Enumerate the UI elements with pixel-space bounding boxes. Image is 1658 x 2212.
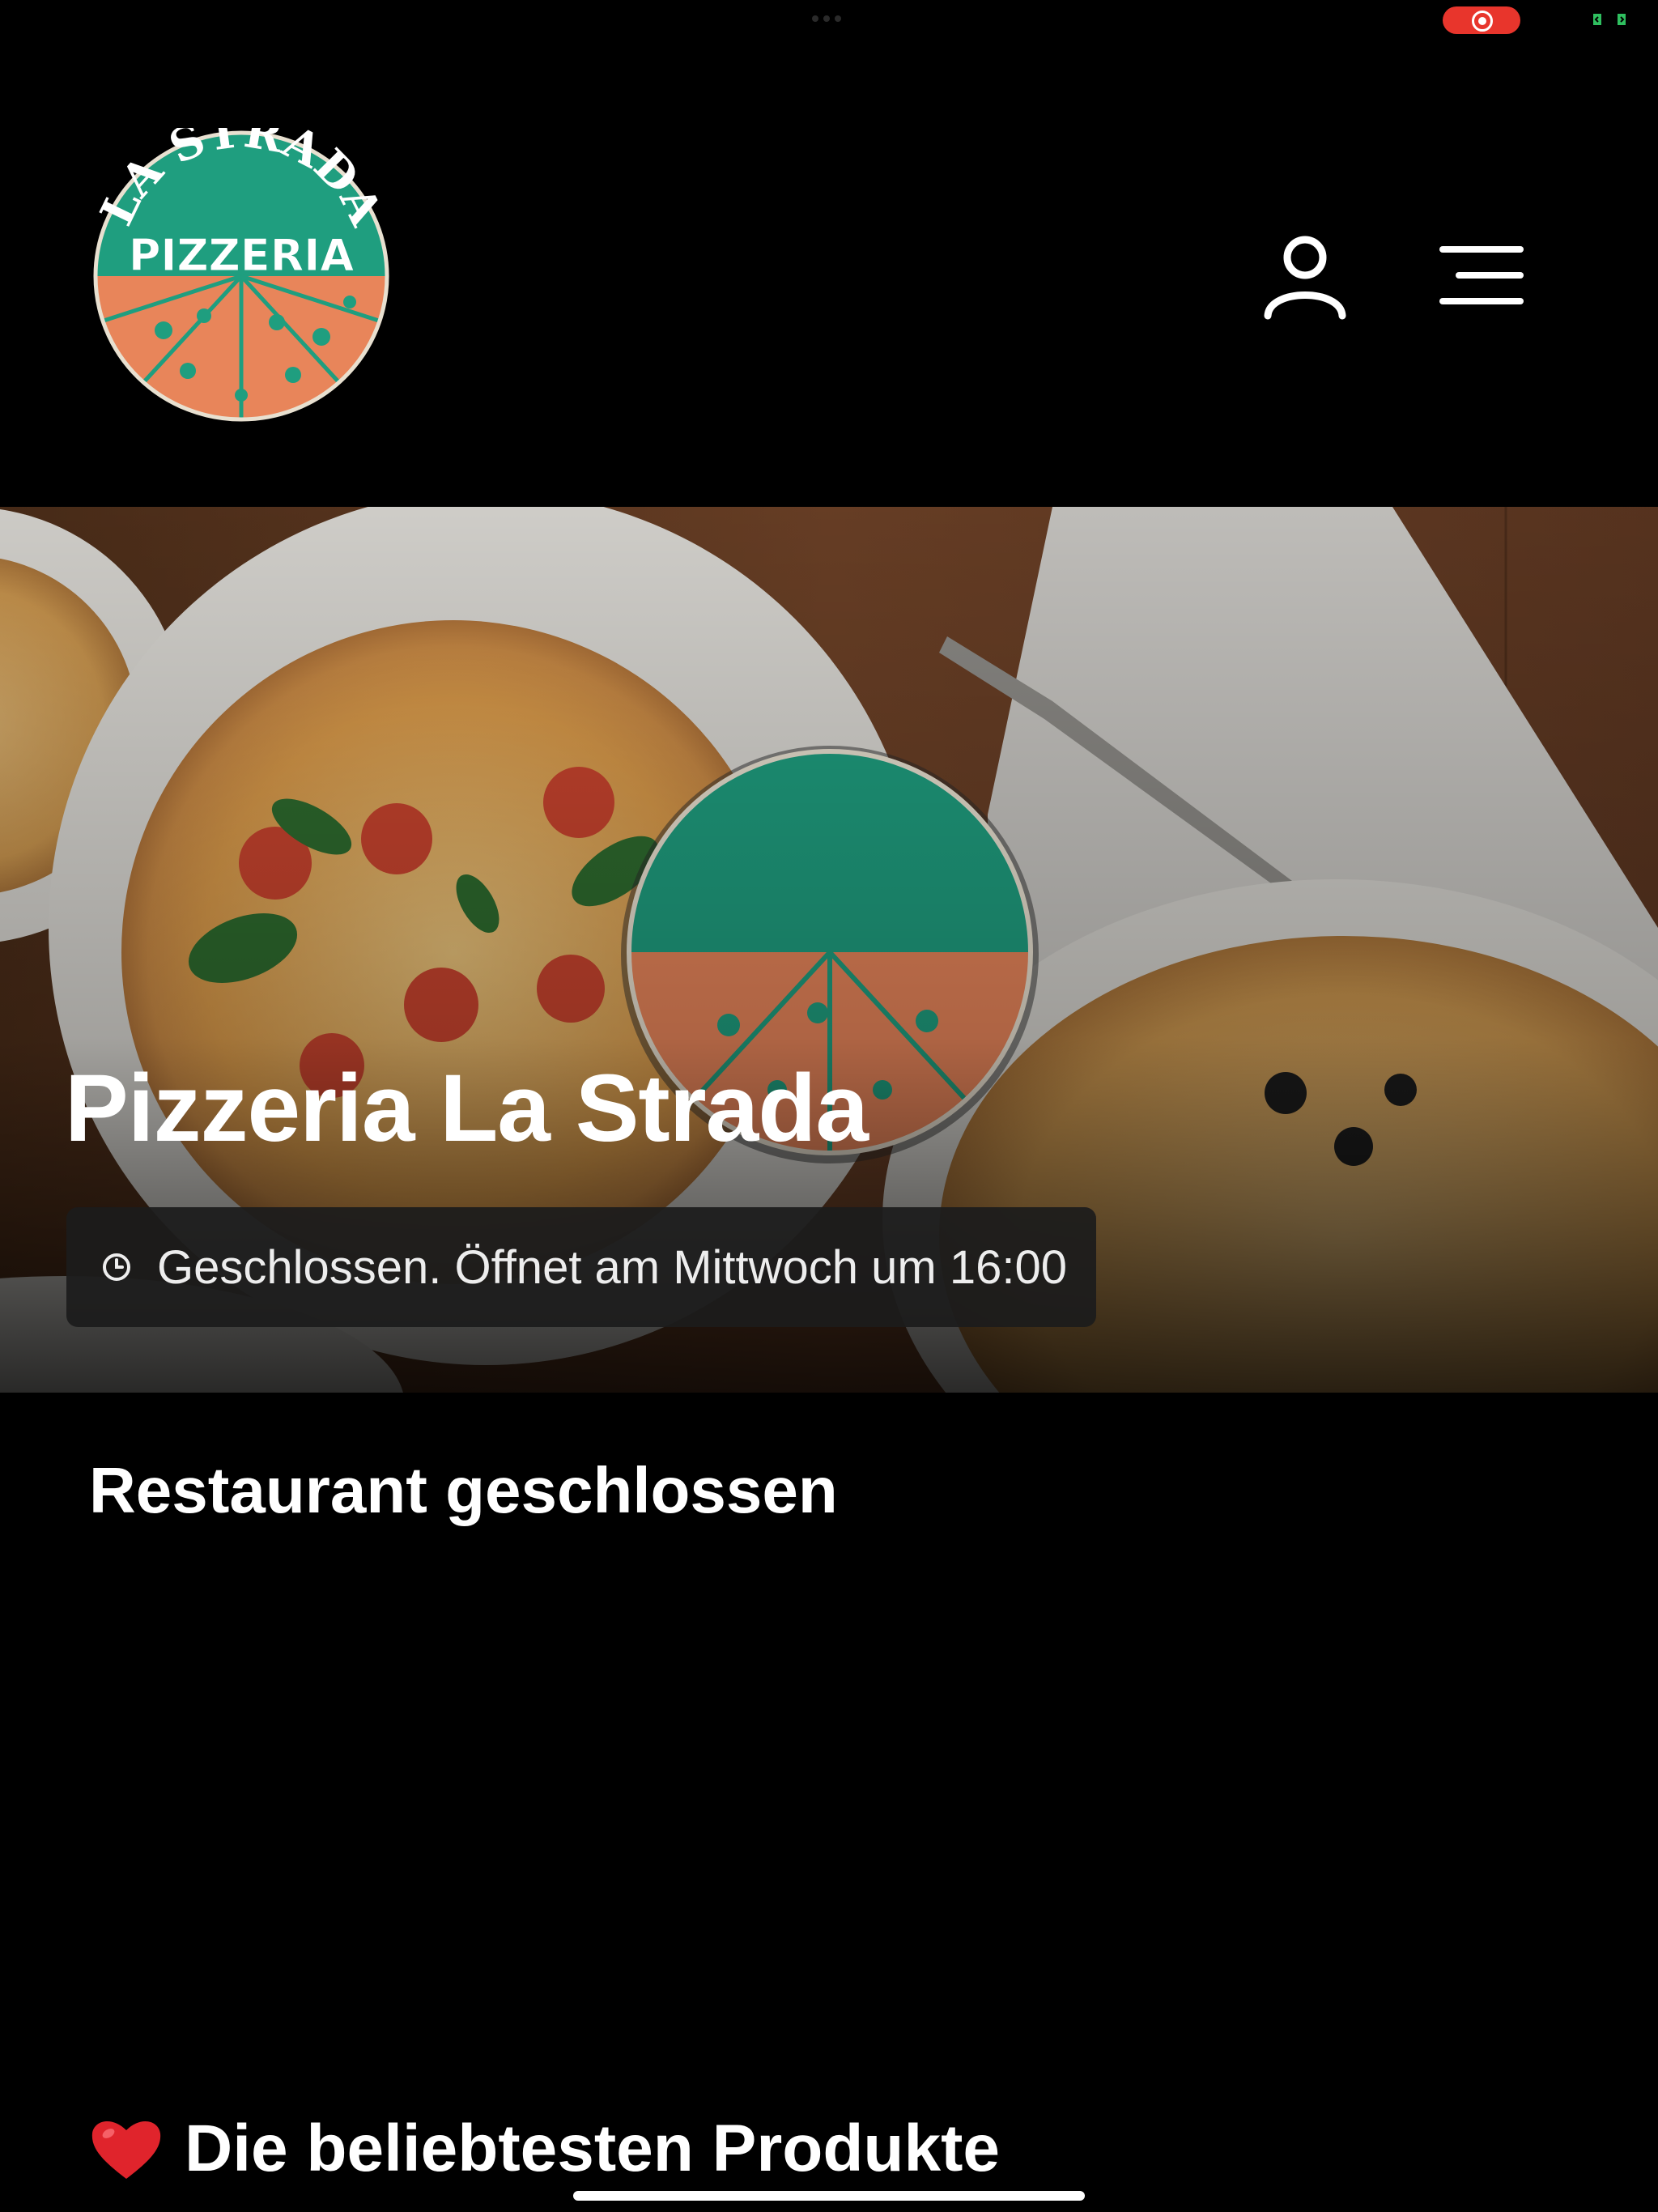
menu-button[interactable] (1435, 235, 1532, 316)
popular-products-label: Die beliebtesten Produkte (185, 2112, 1001, 2185)
clock-icon (103, 1253, 130, 1281)
heart-icon (91, 2121, 161, 2179)
user-account-button[interactable] (1256, 225, 1354, 322)
user-icon (1264, 236, 1346, 320)
popular-products-heading: Die beliebtesten Produkte (89, 2111, 1000, 2187)
hero-banner: Pizzeria La Strada Geschlossen. Öffnet a… (0, 507, 1658, 1393)
restaurant-closed-heading: Restaurant geschlossen (89, 1454, 838, 1526)
home-indicator[interactable] (573, 2191, 1085, 2201)
opening-status-badge: Geschlossen. Öffnet am Mittwoch um 16:00 (66, 1207, 1096, 1327)
logo-text-bottom: PIZZERIA (129, 230, 355, 281)
status-bar (0, 0, 1658, 40)
opening-status-text: Geschlossen. Öffnet am Mittwoch um 16:00 (157, 1240, 1068, 1294)
multitasking-dots[interactable] (812, 15, 841, 22)
restaurant-logo[interactable]: LA STRADA PIZZERIA (91, 128, 392, 424)
screen-mirroring-icon (1593, 14, 1626, 25)
screen-recording-indicator[interactable] (1443, 6, 1520, 34)
restaurant-name: Pizzeria La Strada (65, 1055, 869, 1162)
hamburger-menu-icon (1439, 246, 1524, 304)
